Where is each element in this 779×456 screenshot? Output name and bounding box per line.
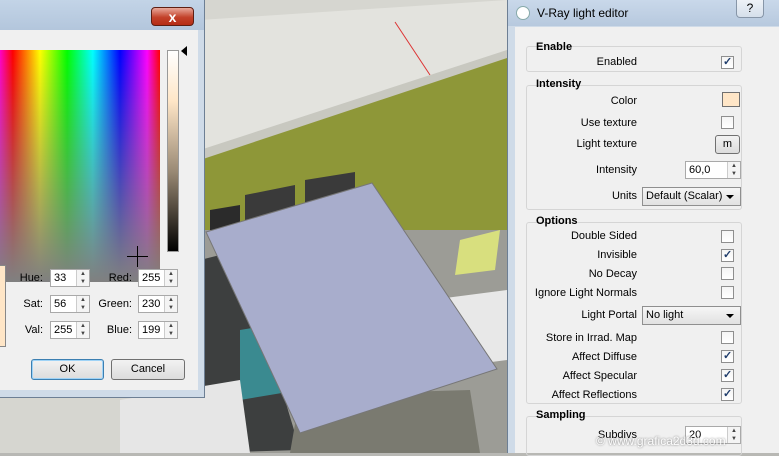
light-portal-label: Light Portal xyxy=(581,309,637,321)
val-label: Val: xyxy=(24,324,43,336)
val-spinbox[interactable]: 255 ▲ ▼ xyxy=(50,321,90,339)
chevron-down-icon xyxy=(726,195,734,199)
green-label: Green: xyxy=(98,298,132,310)
chevron-down-icon xyxy=(726,314,734,318)
sampling-header: Sampling xyxy=(536,409,586,421)
cancel-button[interactable]: Cancel xyxy=(111,359,185,380)
affect-diffuse-label: Affect Diffuse xyxy=(571,351,637,363)
double-sided-checkbox[interactable] xyxy=(721,230,734,243)
hue-label: Hue: xyxy=(19,272,43,284)
units-dropdown[interactable]: Default (Scalar) xyxy=(642,187,741,206)
enabled-checkbox[interactable] xyxy=(721,55,734,69)
use-texture-label: Use texture xyxy=(580,117,637,129)
no-decay-checkbox[interactable] xyxy=(721,267,734,280)
affect-specular-label: Affect Specular xyxy=(562,370,637,382)
watermark-text: © www.grafica2d3d.com xyxy=(596,434,726,448)
affect-specular-checkbox[interactable] xyxy=(721,368,734,382)
sat-spinbox[interactable]: 56 ▲ ▼ xyxy=(50,295,90,313)
no-decay-label: No Decay xyxy=(588,268,637,280)
affect-reflections-label: Affect Reflections xyxy=(551,389,637,401)
vray-titlebar[interactable]: V-Ray light editor ? xyxy=(508,0,779,26)
store-irrad-checkbox[interactable] xyxy=(721,331,734,344)
color-swatch-button[interactable] xyxy=(722,92,740,107)
ignore-light-normals-checkbox[interactable] xyxy=(721,286,734,299)
hue-spinbox[interactable]: 33 ▲ ▼ xyxy=(50,269,90,287)
sat-label: Sat: xyxy=(23,298,43,310)
close-button[interactable]: x xyxy=(151,7,194,26)
intensity-label: Intensity xyxy=(596,164,637,176)
vray-app-icon xyxy=(516,6,530,20)
color-label: Color xyxy=(610,95,637,107)
red-label: Red: xyxy=(108,272,132,284)
ignore-light-normals-label: Ignore Light Normals xyxy=(534,287,637,299)
double-sided-label: Double Sided xyxy=(570,230,637,242)
ok-button[interactable]: OK xyxy=(31,359,104,380)
help-button[interactable]: ? xyxy=(736,0,764,18)
luminance-slider[interactable] xyxy=(167,50,179,252)
color-picker-titlebar[interactable]: x xyxy=(0,0,204,30)
light-texture-button[interactable]: m xyxy=(715,135,740,154)
color-picker-body: Hue: 33 ▲ ▼ Sat: 56 ▲ ▼ Val: 255 ▲ ▼ Red: 255 ▲… xyxy=(0,30,198,390)
color-picker-dialog: x Hue: 33 ▲ ▼ Sat: 56 ▲ ▼ Val: 255 ▲ ▼ Red: 25… xyxy=(0,0,205,398)
color-spectrum[interactable] xyxy=(0,50,160,282)
blue-label: Blue: xyxy=(106,324,132,336)
options-header: Options xyxy=(536,215,578,227)
use-texture-checkbox[interactable] xyxy=(721,116,734,129)
red-spinbox[interactable]: 255 ▲ ▼ xyxy=(138,269,178,287)
invisible-label: Invisible xyxy=(597,249,637,261)
enabled-label: Enabled xyxy=(596,56,637,68)
crosshair-icon[interactable] xyxy=(127,246,148,267)
current-color-swatch xyxy=(0,265,6,347)
vray-light-editor: V-Ray light editor ? Enable Enabled Inte… xyxy=(507,0,779,456)
invisible-checkbox[interactable] xyxy=(721,248,734,262)
light-portal-dropdown[interactable]: No light xyxy=(642,306,741,325)
enable-header: Enable xyxy=(536,41,573,53)
light-texture-label: Light texture xyxy=(576,138,637,150)
store-irrad-label: Store in Irrad. Map xyxy=(545,332,637,344)
window-title: V-Ray light editor xyxy=(537,6,629,20)
blue-spinbox[interactable]: 199 ▲ ▼ xyxy=(138,321,178,339)
slider-arrow-icon[interactable] xyxy=(181,46,187,56)
units-label: Units xyxy=(611,190,637,202)
affect-reflections-checkbox[interactable] xyxy=(721,387,734,401)
intensity-header: Intensity xyxy=(536,78,582,90)
affect-diffuse-checkbox[interactable] xyxy=(721,349,734,363)
green-spinbox[interactable]: 230 ▲ ▼ xyxy=(138,295,178,313)
intensity-spinbox[interactable]: 60,0 ▲ ▼ xyxy=(685,161,741,179)
vray-panel: Enable Enabled Intensity Color Use textu… xyxy=(515,27,779,456)
